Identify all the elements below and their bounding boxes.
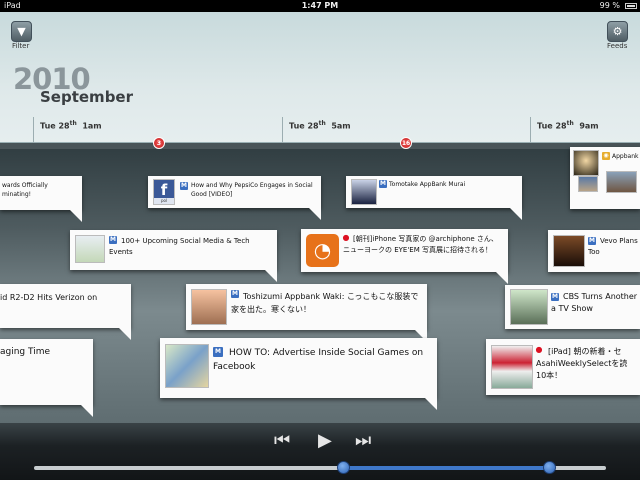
funnel-icon: ▼	[17, 25, 26, 38]
range-end-handle[interactable]	[542, 461, 556, 474]
card-text: CBS Turns Another a TV Show	[551, 292, 638, 313]
event-thumbnail	[75, 235, 105, 263]
card-text: id R2-D2 Hits Verizon on	[0, 293, 98, 302]
card-text: Appbank	[612, 153, 639, 160]
floor-edge	[0, 143, 640, 149]
card-text: Toshizumi Appbank Waki: こっこもこな服装で家を出た。寒く…	[231, 292, 419, 314]
mashable-icon: M	[379, 180, 387, 188]
magazine-thumbnail	[491, 345, 533, 389]
count-badge[interactable]: 3	[153, 137, 165, 149]
card-text: Vevo Plans Too	[588, 237, 638, 256]
card-text: HOW TO: Advertise Inside Social Games on…	[213, 348, 424, 372]
battery-icon	[625, 3, 637, 9]
range-start-handle[interactable]	[336, 461, 350, 474]
news-card[interactable]: M Vevo Plans Too	[548, 230, 640, 272]
mashable-icon: M	[180, 182, 188, 190]
card-text: How and Why PepsiCo Engages in Social Go…	[191, 182, 313, 198]
tv-thumbnail	[510, 289, 548, 325]
news-card[interactable]: M Toshizumi Appbank Waki: こっこもこな服装で家を出た。…	[186, 284, 427, 342]
news-card[interactable]: M Tomotake AppBank Murai	[346, 176, 522, 220]
clock: 1:47 PM	[301, 1, 339, 10]
news-card[interactable]: ● [iPad] 朝の新着・セ AsahiWeeklySelectを読 10本！	[486, 339, 640, 395]
video-thumbnail	[553, 235, 585, 267]
time-tick	[33, 117, 34, 143]
photo-thumbnail	[578, 176, 598, 192]
time-tick	[282, 117, 283, 143]
feeds-button[interactable]: ⚙	[607, 21, 628, 42]
time-marker: Tue 28th 5am	[289, 120, 351, 131]
selected-range	[342, 466, 549, 470]
card-text: wards Officially minating!	[2, 182, 48, 198]
feeds-label: Feeds	[607, 42, 628, 50]
news-card[interactable]: M HOW TO: Advertise Inside Social Games …	[160, 338, 437, 410]
card-text: Tomotake AppBank Murai	[389, 181, 466, 188]
play-icon[interactable]: ▶	[318, 430, 332, 451]
news-card[interactable]: ◔ ● [朝刊]iPhone 写真家の @archiphone さん、ニューヨー…	[301, 229, 508, 284]
card-text: aging Time	[0, 347, 51, 357]
news-card[interactable]: aging Time	[0, 339, 93, 417]
photo-thumbnail	[606, 171, 637, 193]
news-card[interactable]: ◉ Appbank	[570, 147, 640, 209]
news-card[interactable]: M CBS Turns Another a TV Show	[505, 285, 640, 329]
avatar	[351, 179, 377, 205]
news-card[interactable]: id R2-D2 Hits Verizon on	[0, 284, 131, 340]
card-text: [朝刊]iPhone 写真家の @archiphone さん、ニューヨークの E…	[343, 235, 498, 254]
month-label: September	[40, 88, 133, 106]
filter-label: Filter	[12, 42, 30, 50]
gear-icon: ⚙	[612, 25, 623, 38]
card-text: [iPad] 朝の新着・セ AsahiWeeklySelectを読 10本！	[536, 347, 628, 380]
feed-source-icon: ◉	[602, 152, 610, 160]
previous-icon[interactable]: ⏮	[274, 430, 290, 451]
news-card[interactable]: f pol M How and Why PepsiCo Engages in S…	[148, 176, 321, 220]
time-marker: Tue 28th 9am	[537, 120, 599, 131]
filter-button[interactable]: ▼	[11, 21, 32, 42]
battery-percent: 99 %	[599, 1, 620, 10]
news-card[interactable]: M 100+ Upcoming Social Media & Tech Even…	[70, 230, 277, 282]
avatar	[191, 289, 227, 325]
game-thumbnail	[165, 344, 209, 388]
status-bar: iPad 1:47 PM 99 %	[0, 0, 640, 12]
next-icon[interactable]: ⏭	[355, 430, 371, 451]
news-card[interactable]: wards Officially minating!	[0, 176, 82, 222]
card-text: 100+ Upcoming Social Media & Tech Events	[109, 237, 250, 256]
rss-icon: ◔	[306, 234, 339, 267]
count-badge[interactable]: 16	[400, 137, 412, 149]
time-tick	[530, 117, 531, 143]
facebook-thumbnail: f pol	[153, 179, 175, 205]
time-marker: Tue 28th 1am	[40, 120, 102, 131]
avatar	[573, 150, 599, 176]
